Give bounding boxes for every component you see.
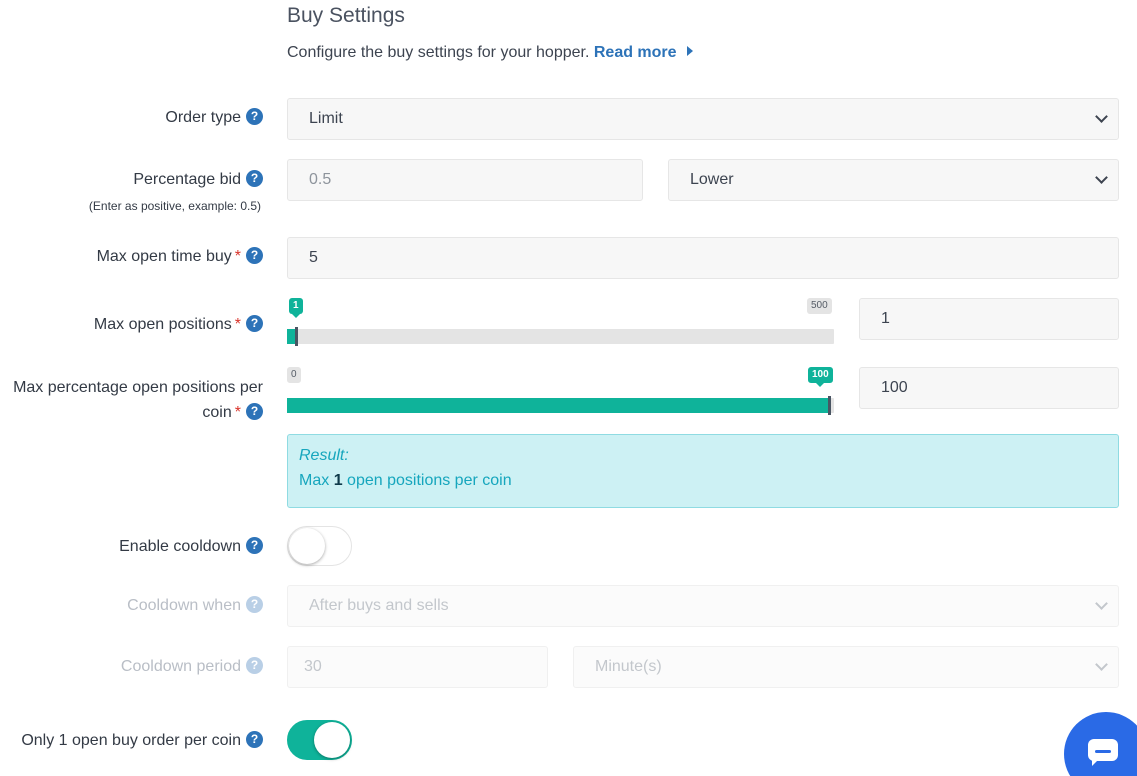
order-type-value: Limit: [309, 110, 343, 127]
required-mark: *: [234, 248, 241, 265]
result-prefix: Max: [299, 472, 330, 489]
question-circle-icon[interactable]: ?: [246, 403, 263, 420]
cooldown-when-label: Cooldown when?: [127, 596, 263, 615]
order-type-select[interactable]: Limit: [287, 98, 1119, 140]
cooldown-when-select: After buys and sells: [287, 585, 1119, 627]
result-title: Result:: [299, 447, 349, 464]
only-one-open-buy-label: Only 1 open buy order per coin?: [21, 731, 263, 750]
section-title: Buy Settings: [287, 4, 405, 27]
order-type-label-text: Order type: [165, 109, 241, 126]
result-value: 1: [333, 472, 343, 489]
percentage-bid-hint: (Enter as positive, example: 0.5): [88, 199, 261, 213]
question-circle-icon[interactable]: ?: [246, 108, 263, 125]
percentage-bid-direction-select[interactable]: Lower: [668, 159, 1119, 201]
max-open-positions-input[interactable]: 1: [859, 298, 1119, 340]
max-pct-open-positions-slider-handle[interactable]: [828, 396, 831, 415]
chat-bubble-icon: [1088, 739, 1118, 766]
cooldown-period-unit-value: Minute(s): [595, 658, 662, 675]
max-pct-open-positions-current-tip: 100: [808, 367, 833, 387]
result-text: Max 1 open positions per coin: [299, 472, 1107, 490]
read-more-link[interactable]: Read more: [594, 44, 693, 61]
max-pct-open-positions-label: Max percentage open positions per coin *?: [1, 375, 263, 425]
required-mark: *: [234, 316, 241, 333]
max-open-positions-value: 1: [881, 310, 890, 327]
enable-cooldown-toggle[interactable]: [287, 526, 352, 566]
max-pct-open-positions-input[interactable]: 100: [859, 367, 1119, 409]
chat-widget-button[interactable]: [1064, 712, 1137, 776]
max-open-positions-max-tip: 500: [807, 298, 832, 314]
max-pct-open-positions-min-tip: 0: [287, 367, 301, 383]
cooldown-period-label-text: Cooldown period: [120, 658, 241, 675]
question-circle-icon: ?: [246, 596, 263, 613]
max-open-positions-slider[interactable]: [287, 327, 834, 346]
enable-cooldown-label-text: Enable cooldown: [119, 538, 241, 555]
percentage-bid-label: Percentage bid?: [133, 170, 263, 189]
max-open-time-buy-label-text: Max open time buy: [96, 248, 232, 265]
max-open-positions-slider-handle[interactable]: [295, 327, 298, 346]
question-circle-icon[interactable]: ?: [246, 315, 263, 332]
cooldown-period-unit-select: Minute(s): [573, 646, 1119, 688]
max-open-time-buy-value: 5: [309, 249, 318, 266]
cooldown-when-value: After buys and sells: [309, 597, 449, 614]
read-more-label: Read more: [593, 44, 677, 61]
chevron-down-icon: [1095, 658, 1108, 671]
caret-right-icon: [686, 46, 693, 56]
chevron-down-icon: [1095, 597, 1108, 610]
max-open-positions-current-tip: 1: [289, 298, 303, 318]
cooldown-period-input: 30: [287, 646, 548, 688]
max-open-positions-label-text: Max open positions: [93, 316, 232, 333]
question-circle-icon[interactable]: ?: [246, 170, 263, 187]
cooldown-when-label-text: Cooldown when: [127, 597, 241, 614]
section-description-text: Configure the buy settings for your hopp…: [287, 44, 590, 61]
only-one-open-buy-toggle[interactable]: [287, 720, 352, 760]
percentage-bid-input[interactable]: 0.5: [287, 159, 643, 201]
required-mark: *: [234, 404, 241, 421]
toggle-knob: [289, 528, 325, 564]
question-circle-icon[interactable]: ?: [246, 247, 263, 264]
question-circle-icon[interactable]: ?: [246, 731, 263, 748]
question-circle-icon: ?: [246, 657, 263, 674]
max-pct-open-positions-slider[interactable]: [287, 396, 834, 415]
chevron-down-icon: [1095, 171, 1108, 184]
cooldown-period-value: 30: [304, 658, 322, 675]
max-open-time-buy-label: Max open time buy *?: [97, 247, 263, 266]
toggle-knob: [314, 722, 350, 758]
max-pct-open-positions-value: 100: [881, 379, 908, 396]
only-one-open-buy-label-text: Only 1 open buy order per coin: [21, 732, 241, 749]
percentage-bid-direction-value: Lower: [690, 171, 734, 188]
max-pct-open-positions-label-text: Max percentage open positions per coin: [13, 379, 263, 421]
result-suffix: open positions per coin: [347, 472, 512, 489]
percentage-bid-value: 0.5: [309, 171, 332, 188]
result-box: Result: Max 1 open positions per coin: [287, 434, 1119, 508]
max-pct-open-positions-slider-fill: [287, 398, 830, 413]
cooldown-period-label: Cooldown period?: [121, 657, 263, 676]
max-open-positions-label: Max open positions *?: [94, 315, 263, 334]
percentage-bid-label-text: Percentage bid: [133, 171, 241, 188]
chevron-down-icon: [1095, 110, 1108, 123]
max-open-time-buy-input[interactable]: 5: [287, 237, 1119, 279]
order-type-label: Order type?: [165, 108, 263, 127]
section-description: Configure the buy settings for your hopp…: [287, 44, 693, 62]
question-circle-icon[interactable]: ?: [246, 537, 263, 554]
enable-cooldown-label: Enable cooldown?: [119, 537, 263, 556]
